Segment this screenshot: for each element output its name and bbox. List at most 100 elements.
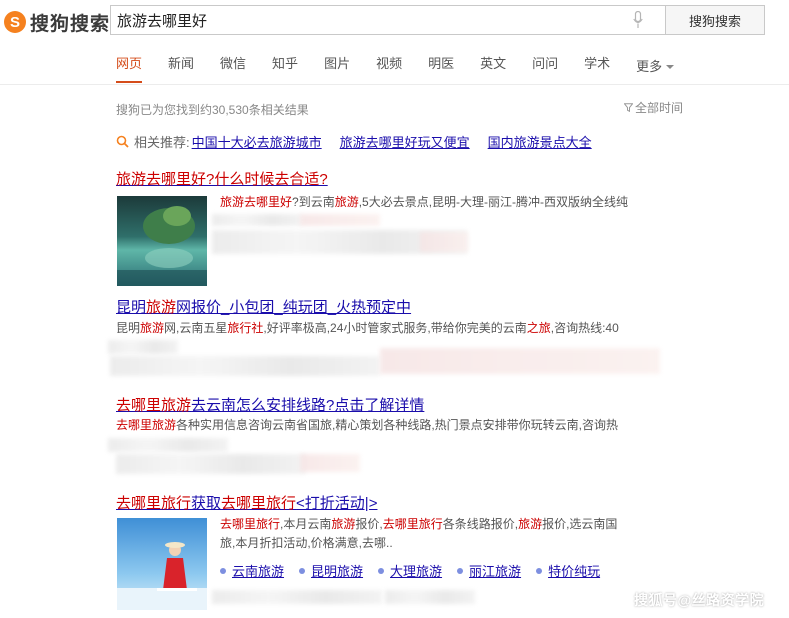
sogou-logo[interactable]: S 搜狗搜索 <box>4 8 110 36</box>
result-title[interactable]: 昆明旅游网报价_小包团_纯玩团_火热预定中 <box>116 296 411 317</box>
tab-english[interactable]: 英文 <box>480 55 506 79</box>
title-text: ?什么时候去合适? <box>206 171 328 188</box>
sitelink-label: 云南旅游 <box>232 564 285 579</box>
tab-news[interactable]: 新闻 <box>168 55 194 79</box>
sitelinks: 云南旅游 昆明旅游 大理旅游 丽江旅游 特价纯玩 <box>220 561 615 580</box>
sitelink[interactable]: 特价纯玩 <box>536 561 600 580</box>
blurred-text <box>420 232 468 252</box>
tab-zhihu[interactable]: 知乎 <box>272 55 298 79</box>
bullet-icon <box>536 567 543 574</box>
result-snippet: 去哪里旅行,本月云南旅游报价,去哪里旅行各条线路报价,旅游报价,选云南国 旅,本… <box>220 515 660 553</box>
related-link[interactable]: 国内旅游景点大全 <box>488 132 592 151</box>
snippet-text: 网,云南五星 <box>164 321 228 335</box>
sitelink-label: 昆明旅游 <box>311 564 364 579</box>
result-title[interactable]: 旅游去哪里好?什么时候去合适? <box>116 168 328 189</box>
blurred-text <box>212 590 382 604</box>
search-query: 旅游去哪里好 <box>117 12 208 30</box>
filter-icon <box>624 103 633 112</box>
result-snippet: 去哪里旅游各种实用信息咨询云南省国旅,精心策划各种线路,热门景点安排带你玩转云南… <box>116 416 716 435</box>
result-title[interactable]: 去哪里旅游去云南怎么安排线路?点击了解详情 <box>116 394 424 415</box>
traveler-image <box>117 518 207 610</box>
sitelink-label: 大理旅游 <box>390 564 443 579</box>
title-highlight: 去哪里旅游 <box>116 397 192 414</box>
blurred-text <box>212 214 302 226</box>
bullet-icon <box>378 567 385 574</box>
sitelink-label: 丽江旅游 <box>469 564 522 579</box>
tab-wechat[interactable]: 微信 <box>220 55 246 79</box>
title-text: 昆明 <box>116 299 147 316</box>
snippet-text: 昆明 <box>116 321 141 335</box>
snippet-highlight: 去哪里旅行 <box>220 517 281 531</box>
lake-image <box>117 196 207 286</box>
sitelink[interactable]: 大理旅游 <box>378 561 442 580</box>
snippet-text: 各种实用信息咨询云南省国旅,精心策划各种线路,热门景点安排带你玩转云南,咨询热 <box>176 418 619 432</box>
tab-scholar[interactable]: 学术 <box>584 55 610 79</box>
related-link[interactable]: 中国十大必去旅游城市 <box>192 132 322 151</box>
title-highlight: 去哪里旅行 <box>116 495 192 512</box>
snippet-line: 旅,本月折扣活动,价格满意,去哪.. <box>220 536 393 550</box>
time-filter-label: 全部时间 <box>635 101 684 115</box>
snippet-text: 各条线路报价, <box>442 517 519 531</box>
result-snippet: 旅游去哪里好?到云南旅游,5大必去景点,昆明-大理-丽江-腾冲-西双版纳全线纯 <box>220 193 690 212</box>
nav-divider <box>0 84 789 85</box>
title-highlight: 去哪里旅行 <box>221 495 297 512</box>
snippet-highlight: 去哪里旅行 <box>382 517 443 531</box>
chevron-down-icon <box>666 65 675 69</box>
search-icon <box>116 135 129 148</box>
blurred-text <box>300 454 360 472</box>
blurred-text <box>110 356 380 376</box>
bullet-icon <box>299 567 306 574</box>
snippet-highlight: 旅行社 <box>227 321 264 335</box>
blurred-text <box>385 590 475 604</box>
snippet-highlight: 旅游 <box>331 517 356 531</box>
sitelink[interactable]: 云南旅游 <box>220 561 284 580</box>
tab-images[interactable]: 图片 <box>324 55 350 79</box>
snippet-text: ,好评率极高,24小时管家式服务,带给你完美的云南 <box>263 321 527 335</box>
result-thumbnail[interactable] <box>117 196 207 286</box>
time-filter[interactable]: 全部时间 <box>624 99 683 116</box>
title-text: <打折活动|> <box>296 495 378 512</box>
snippet-text: 报价,选云南国 <box>542 517 618 531</box>
watermark: 搜狐号@丝路资学院 <box>634 592 765 608</box>
tab-video[interactable]: 视频 <box>376 55 402 79</box>
snippet-highlight: 去哪里旅游 <box>116 418 177 432</box>
search-button[interactable]: 搜狗搜索 <box>665 5 765 35</box>
title-highlight: 旅游 <box>146 299 177 316</box>
bullet-icon <box>220 567 226 574</box>
blurred-text <box>116 454 306 474</box>
tab-web[interactable]: 网页 <box>116 55 143 83</box>
sitelink[interactable]: 丽江旅游 <box>457 561 521 580</box>
snippet-highlight: 旅游 <box>334 195 359 209</box>
bullet-icon <box>457 567 464 574</box>
tab-more[interactable]: 更多 <box>636 55 675 79</box>
tab-wenwen[interactable]: 问问 <box>532 55 558 79</box>
blurred-text <box>108 438 228 452</box>
sogou-brand-text: 搜狗搜索 <box>30 13 111 35</box>
sogou-logo-icon: S <box>4 11 26 33</box>
snippet-text: ,咨询热线:40 <box>550 321 619 335</box>
snippet-text: ,5大必去景点,昆明-大理-丽江-腾冲-西双版纳全线纯 <box>358 195 629 209</box>
snippet-highlight: 之旅 <box>526 321 551 335</box>
snippet-highlight: 旅游 <box>518 517 543 531</box>
title-text: 网报价_小包团_纯玩团_火热预定中 <box>176 299 412 316</box>
snippet-highlight: 旅游去哪里好 <box>220 195 293 209</box>
snippet-text: ,本月云南 <box>280 517 332 531</box>
blurred-text <box>380 348 660 374</box>
snippet-highlight: 旅游 <box>140 321 165 335</box>
sitelink-label: 特价纯玩 <box>548 564 601 579</box>
search-input[interactable]: 旅游去哪里好 <box>110 5 665 35</box>
sitelink[interactable]: 昆明旅游 <box>299 561 363 580</box>
vertical-tabs: 网页 新闻 微信 知乎 图片 视频 明医 英文 问问 学术 更多 <box>116 55 700 83</box>
result-title[interactable]: 去哪里旅行获取去哪里旅行<打折活动|> <box>116 492 377 513</box>
tab-more-label: 更多 <box>636 59 663 74</box>
microphone-icon[interactable] <box>633 11 643 29</box>
snippet-line: 去哪里旅行,本月云南旅游报价,去哪里旅行各条线路报价,旅游报价,选云南国 <box>220 515 660 534</box>
blurred-text <box>300 214 380 226</box>
result-count: 搜狗已为您找到约30,530条相关结果 <box>116 103 309 117</box>
result-thumbnail[interactable] <box>117 518 207 610</box>
tab-medical[interactable]: 明医 <box>428 55 454 79</box>
title-highlight: 旅游去哪里好 <box>116 171 207 188</box>
snippet-text: ?到云南 <box>292 195 335 209</box>
related-link[interactable]: 旅游去哪里好玩又便宜 <box>340 132 470 151</box>
title-text: 获取 <box>191 495 222 512</box>
